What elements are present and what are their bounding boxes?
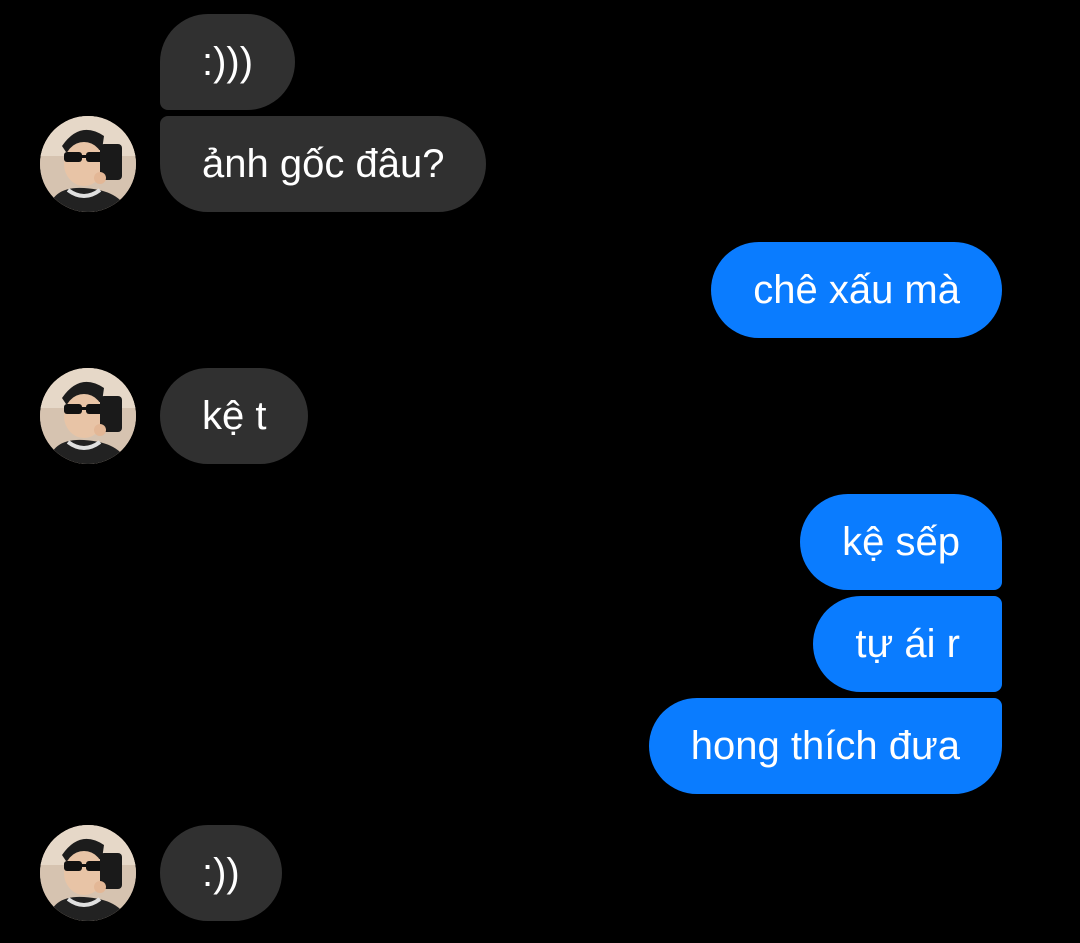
message-bubble-outgoing[interactable]: chê xấu mà bbox=[711, 242, 1002, 338]
message-bubble-incoming[interactable]: kệ t bbox=[160, 368, 309, 464]
avatar-photo-icon bbox=[40, 825, 136, 921]
message-bubble-incoming[interactable]: ảnh gốc đâu? bbox=[160, 116, 487, 212]
message-text: :)) bbox=[202, 851, 240, 895]
message-bubble-incoming[interactable]: :))) bbox=[160, 14, 296, 110]
avatar-photo-icon bbox=[40, 368, 136, 464]
message-bubble-incoming[interactable]: :)) bbox=[160, 825, 282, 921]
message-text: hong thích đưa bbox=[690, 724, 960, 768]
contact-avatar[interactable] bbox=[40, 368, 136, 464]
message-bubble-outgoing[interactable]: hong thích đưa bbox=[648, 698, 1002, 794]
message-text: ảnh gốc đâu? bbox=[202, 142, 445, 186]
message-text: :))) bbox=[202, 40, 254, 84]
message-text: kệ t bbox=[202, 394, 267, 438]
message-bubble-outgoing[interactable]: tự ái r bbox=[813, 596, 1002, 692]
message-text: tự ái r bbox=[855, 622, 960, 666]
avatar-photo-icon bbox=[40, 116, 136, 212]
message-bubble-outgoing[interactable]: kệ sếp bbox=[800, 494, 1002, 590]
contact-avatar[interactable] bbox=[40, 116, 136, 212]
message-text: chê xấu mà bbox=[753, 268, 960, 312]
contact-avatar[interactable] bbox=[40, 825, 136, 921]
message-text: kệ sếp bbox=[842, 520, 960, 564]
